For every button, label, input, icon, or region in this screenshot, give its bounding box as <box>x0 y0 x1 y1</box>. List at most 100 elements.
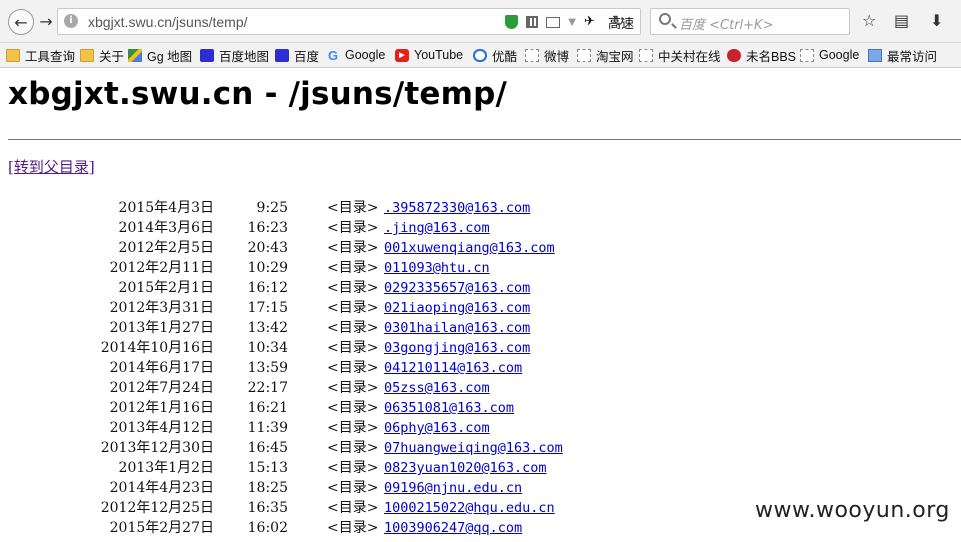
entry-link[interactable]: .jing@163.com <box>384 218 490 238</box>
entry-time: 15:13 <box>247 460 288 476</box>
bookmark-item[interactable]: 关于 <box>80 46 124 64</box>
entry-link[interactable]: 0292335657@163.com <box>384 278 530 298</box>
bookmark-item[interactable]: ▶ YouTube <box>395 46 463 64</box>
star-icon: ☆ <box>862 11 877 30</box>
entry-link[interactable]: .395872330@163.com <box>384 198 530 218</box>
entry-date: 2014年4月23日 <box>109 480 214 496</box>
parent-directory-link[interactable]: [转到父目录] <box>8 156 95 177</box>
refresh-button[interactable]: ↻ <box>612 12 625 30</box>
entry-type: <目录> <box>327 480 379 496</box>
entry-link[interactable]: 0823yuan1020@163.com <box>384 458 547 478</box>
entry-link[interactable]: 03gongjing@163.com <box>384 338 530 358</box>
table-row: 2015年2月1日 16:12 <目录> 0292335657@163.com <box>0 278 961 298</box>
table-row: 2013年1月27日 13:42 <目录> 0301hailan@163.com <box>0 318 961 338</box>
bookmark-label: YouTube <box>414 48 464 62</box>
bookmark-item[interactable]: Google <box>800 46 859 64</box>
page-title: xbgjxt.swu.cn - /jsuns/temp/ <box>8 76 507 112</box>
search-input[interactable]: 百度 <Ctrl+K> <box>650 8 850 35</box>
download-button[interactable]: ⬇ <box>930 12 943 30</box>
entry-type: <目录> <box>327 460 379 476</box>
bookmark-item[interactable]: 未名BBS <box>727 46 796 64</box>
entry-date: 2012年1月16日 <box>109 400 214 416</box>
qr-code-icon[interactable] <box>526 16 539 28</box>
entry-link[interactable]: 06351081@163.com <box>384 398 514 418</box>
bookmark-label: 微博 <box>544 49 570 64</box>
library-button[interactable]: ▤ <box>894 12 909 30</box>
entry-time: 16:21 <box>247 400 288 416</box>
reader-view-icon[interactable] <box>546 16 561 28</box>
entry-type: <目录> <box>327 380 379 396</box>
bookmark-item[interactable]: 最常访问 <box>868 46 937 64</box>
bookmark-star-button[interactable]: ☆ <box>862 12 876 30</box>
url-text[interactable]: xbgjxt.swu.cn/jsuns/temp/ <box>88 14 248 30</box>
entry-date: 2015年2月1日 <box>118 280 214 296</box>
folder-icon <box>6 48 20 62</box>
entry-time: 16:35 <box>247 500 288 516</box>
chevron-down-icon[interactable]: ▼ <box>568 17 576 28</box>
bookmark-item[interactable]: 百度地图 <box>200 46 269 64</box>
folder-icon <box>80 48 94 62</box>
lightning-icon[interactable]: ✈ <box>584 14 600 30</box>
blue-icon <box>868 48 882 62</box>
entry-time: 13:59 <box>247 360 288 376</box>
entry-link[interactable]: 011093@htu.cn <box>384 258 490 278</box>
bookmark-item[interactable]: Gg 地图 <box>128 46 192 64</box>
bookmark-label: Google <box>819 48 860 62</box>
bookmark-item[interactable]: 优酷 <box>473 46 517 64</box>
entry-link[interactable]: 05zss@163.com <box>384 378 490 398</box>
search-icon <box>659 13 671 25</box>
site-info-icon[interactable]: i <box>64 14 78 28</box>
bookmark-item[interactable]: 百度 <box>275 46 319 64</box>
entry-link[interactable]: 07huangweiqing@163.com <box>384 438 563 458</box>
url-bar[interactable]: i xbgjxt.swu.cn/jsuns/temp/ ▼ ✈ 高速 <box>57 8 641 35</box>
bookmark-label: 最常访问 <box>887 49 938 64</box>
blank-icon <box>639 48 653 62</box>
watermark: www.wooyun.org <box>755 498 950 523</box>
forward-arrow-icon: → <box>39 11 53 31</box>
table-row: 2014年4月23日 18:25 <目录> 09196@njnu.edu.cn <box>0 478 961 498</box>
entry-date: 2013年12月30日 <box>100 440 214 456</box>
entry-link[interactable]: 041210114@163.com <box>384 358 522 378</box>
maps-icon <box>128 48 142 62</box>
entry-link[interactable]: 1003906247@qq.com <box>384 518 522 538</box>
bookmark-item[interactable]: 淘宝网 <box>577 46 634 64</box>
bookmark-label: 未名BBS <box>746 49 797 64</box>
entry-type: <目录> <box>327 520 379 536</box>
entry-date: 2013年1月2日 <box>118 460 214 476</box>
entry-date: 2015年2月27日 <box>109 520 214 536</box>
entry-link[interactable]: 0301hailan@163.com <box>384 318 530 338</box>
forward-button[interactable]: → <box>35 10 57 32</box>
blank-icon <box>577 48 591 62</box>
entry-date: 2014年6月17日 <box>109 360 214 376</box>
entry-date: 2013年4月12日 <box>109 420 214 436</box>
entry-link[interactable]: 021iaoping@163.com <box>384 298 530 318</box>
entry-time: 11:39 <box>247 420 288 436</box>
entry-link[interactable]: 1000215022@hqu.edu.cn <box>384 498 555 518</box>
bookmark-label: 优酷 <box>492 49 518 64</box>
entry-link[interactable]: 06phy@163.com <box>384 418 490 438</box>
bookmark-item[interactable]: 工具查询 <box>6 46 75 64</box>
back-arrow-icon: ← <box>14 12 28 32</box>
bookmark-item[interactable]: 微博 <box>525 46 569 64</box>
bookmark-label: 淘宝网 <box>596 49 634 64</box>
entry-date: 2012年2月5日 <box>118 240 214 256</box>
bookmark-label: Google <box>345 48 386 62</box>
entry-date: 2015年4月3日 <box>118 200 214 216</box>
entry-link[interactable]: 001xuwenqiang@163.com <box>384 238 555 258</box>
bookmark-item[interactable]: 中关村在线 <box>639 46 721 64</box>
red-icon <box>727 48 741 62</box>
horizontal-rule <box>8 139 961 140</box>
entry-type: <目录> <box>327 400 379 416</box>
entry-link[interactable]: 09196@njnu.edu.cn <box>384 478 522 498</box>
bookmark-item[interactable]: G Google <box>326 46 385 64</box>
shield-icon[interactable] <box>505 15 519 29</box>
back-button[interactable]: ← <box>8 9 34 35</box>
blank-icon <box>525 48 539 62</box>
table-row: 2012年2月11日 10:29 <目录> 011093@htu.cn <box>0 258 961 278</box>
entry-time: 17:15 <box>247 300 288 316</box>
entry-type: <目录> <box>327 260 379 276</box>
entry-type: <目录> <box>327 240 379 256</box>
entry-time: 20:43 <box>247 240 288 256</box>
entry-time: 10:29 <box>247 260 288 276</box>
table-row: 2012年7月24日 22:17 <目录> 05zss@163.com <box>0 378 961 398</box>
